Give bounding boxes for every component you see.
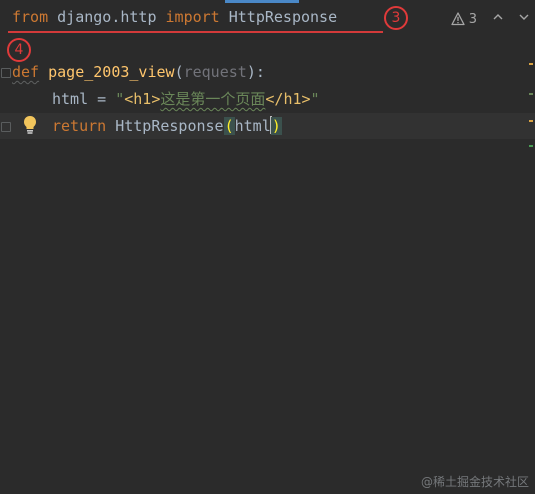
- close-paren-colon: ):: [246, 63, 265, 81]
- chevron-up-icon[interactable]: [491, 10, 505, 24]
- inspection-navigation: [491, 10, 531, 24]
- annotation-badge-3: 3: [384, 6, 408, 30]
- chevron-down-icon[interactable]: [517, 10, 531, 24]
- inspection-widget[interactable]: 3: [451, 10, 477, 28]
- lightbulb-icon[interactable]: [22, 115, 38, 135]
- call-name: HttpResponse: [106, 117, 224, 135]
- module-name: django.http: [48, 8, 166, 26]
- warning-triangle-icon: [451, 12, 465, 26]
- keyword-def: def: [12, 63, 40, 81]
- annotation-badge-4: 4: [7, 38, 31, 62]
- fold-end-marker-icon[interactable]: [1, 122, 11, 132]
- tab-accent-bar: [225, 0, 299, 3]
- scrollbar-marker[interactable]: [529, 63, 533, 65]
- assignment-lhs: html =: [52, 90, 116, 108]
- code-line-2[interactable]: def page_2003_view(request):: [12, 61, 265, 83]
- scrollbar-marker[interactable]: [529, 93, 533, 95]
- function-name: page_2003_view: [48, 63, 175, 81]
- matched-open-paren: (: [223, 117, 235, 135]
- html-tag-open: <h1>: [124, 90, 161, 108]
- imported-name: HttpResponse: [219, 8, 338, 26]
- keyword-import: import: [165, 8, 220, 26]
- matched-close-paren: ): [270, 117, 282, 135]
- scrollbar-marker[interactable]: [529, 120, 533, 122]
- string-quote-close: ": [310, 90, 320, 108]
- open-paren: (: [174, 63, 184, 81]
- string-content: 这是第一个页面: [160, 90, 266, 108]
- annotation-underline: [8, 31, 383, 33]
- arg-html: html: [234, 117, 271, 135]
- html-tag-close: </h1>: [265, 90, 311, 108]
- code-line-1[interactable]: from django.http import HttpResponse: [12, 6, 337, 28]
- code-line-3[interactable]: html = "<h1>这是第一个页面</h1>": [52, 88, 320, 110]
- code-line-4[interactable]: return HttpResponse(html): [52, 115, 282, 137]
- code-editor[interactable]: from django.http import HttpResponse 3 4…: [0, 0, 535, 494]
- string-quote-open: ": [115, 90, 125, 108]
- param-request: request: [183, 63, 247, 81]
- keyword-from: from: [12, 8, 49, 26]
- scrollbar-marker[interactable]: [529, 145, 533, 147]
- watermark-text: @稀土掘金技术社区: [420, 475, 529, 489]
- warning-count: 3: [468, 11, 477, 27]
- keyword-return: return: [52, 117, 107, 135]
- fold-marker-icon[interactable]: [1, 68, 11, 78]
